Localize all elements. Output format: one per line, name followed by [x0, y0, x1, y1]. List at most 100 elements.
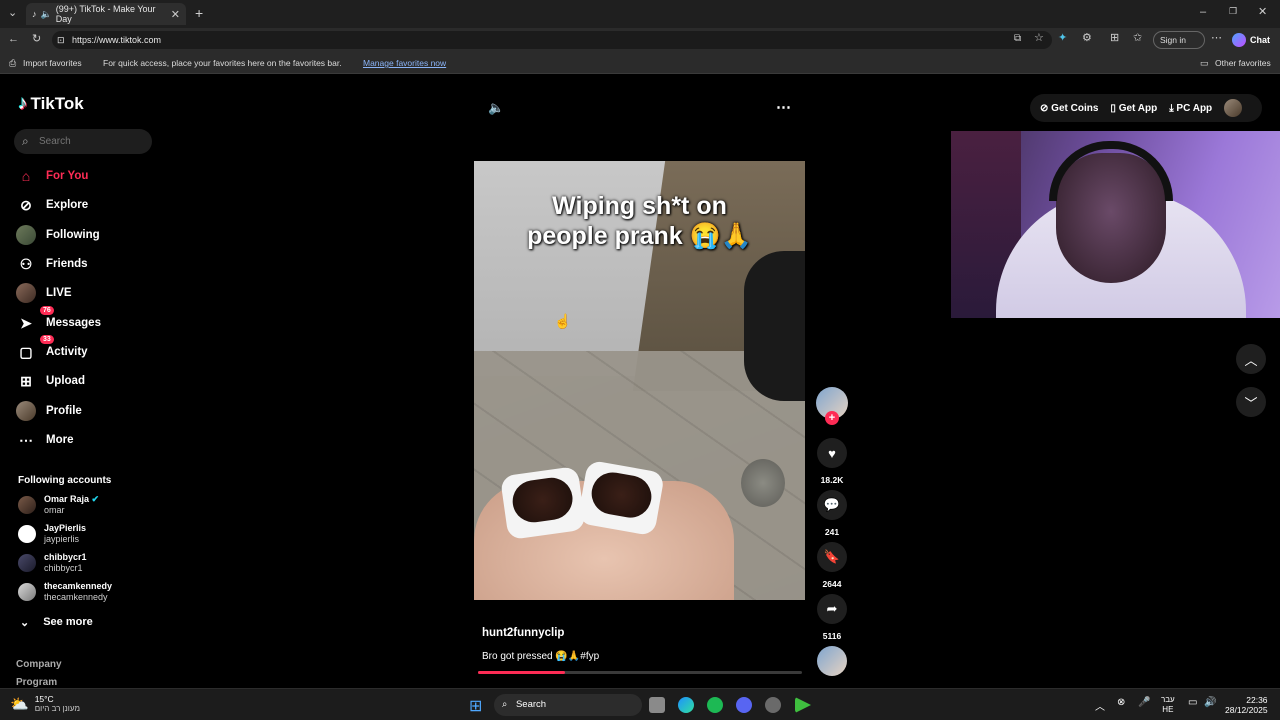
copilot-chat-button[interactable]: Chat [1232, 31, 1276, 49]
weather-desc: מעונן רב היום [34, 704, 80, 713]
extension-icon[interactable]: ✦ [1058, 33, 1067, 44]
video-scene-bag [744, 251, 805, 401]
creator-avatar-button[interactable]: + [816, 387, 848, 425]
user-avatar[interactable] [1224, 99, 1243, 117]
next-video-button[interactable]: ﹀ [1236, 387, 1266, 417]
collections-icon[interactable]: ⊞ [1110, 33, 1119, 44]
manage-favorites-link[interactable]: Manage favorites now [363, 58, 446, 68]
favorite-star-icon[interactable]: ☆ [1034, 33, 1044, 44]
windows-start-icon[interactable]: ⊞ [469, 696, 482, 716]
tray-chevron-up-icon[interactable]: ︿ [1095, 698, 1105, 713]
nav-for-you[interactable]: ⌂ For You [16, 165, 89, 187]
extensions-icon[interactable]: ⚙ [1082, 33, 1092, 44]
profile-avatar-icon [16, 401, 36, 421]
account-thecamkennedy[interactable]: thecamkennedy thecamkennedy [18, 581, 112, 603]
nav-label: LIVE [46, 287, 72, 299]
refresh-icon[interactable]: ↻ [32, 34, 41, 45]
clock[interactable]: 22:36 28/12/2025 [1225, 695, 1268, 715]
account-name: Omar Raja [44, 494, 90, 504]
account-omar[interactable]: Omar Raja ✔ omar [18, 494, 99, 516]
import-favorites-link[interactable]: Import favorites [23, 58, 82, 68]
like-button[interactable]: ♥ 18.2K [816, 438, 848, 485]
video-progress-track[interactable] [478, 671, 802, 674]
nav-more[interactable]: ⋯ More [16, 429, 73, 451]
maximize-icon[interactable]: ❐ [1229, 7, 1237, 16]
account-chibbycr1[interactable]: chibbycr1 chibbycr1 [18, 552, 87, 574]
search-input[interactable] [39, 133, 139, 150]
weather-widget[interactable]: ⛅ 15°C מעונן רב היום [10, 694, 80, 713]
volume-tray-icon[interactable]: 🔊 [1204, 697, 1216, 708]
get-coins-button[interactable]: ⊘ Get Coins [1040, 103, 1098, 114]
share-button[interactable]: ➦ 5116 [816, 594, 848, 641]
network-icon[interactable]: ⊗ [1117, 697, 1125, 708]
video-more-icon[interactable]: ⋯ [776, 98, 791, 116]
nav-explore[interactable]: ⊘ Explore [16, 194, 88, 216]
speaker-icon[interactable]: 🔈 [41, 9, 52, 20]
download-icon: ⤓ [1169, 102, 1174, 114]
nav-following[interactable]: Following [16, 224, 100, 246]
browser-tab[interactable]: ♪ 🔈 (99+) TikTok - Make Your Day ✕ [26, 3, 186, 25]
see-more-button[interactable]: ⌄ See more [20, 616, 93, 629]
nav-profile[interactable]: Profile [16, 400, 82, 422]
video-author[interactable]: hunt2funnyclip [482, 627, 564, 639]
media-player-icon[interactable] [795, 697, 811, 713]
nav-label: Activity [46, 346, 88, 358]
favorites-bar: ⎙ Import favorites For quick access, pla… [0, 52, 1280, 74]
chevron-down-icon: ⌄ [20, 617, 30, 629]
microphone-icon[interactable]: 🎤 [1138, 697, 1150, 708]
close-window-icon[interactable]: ✕ [1258, 7, 1267, 18]
nav-upload[interactable]: ⊞ Upload [16, 370, 85, 392]
nav-friends[interactable]: ⚇ Friends [16, 253, 88, 275]
volume-icon[interactable]: 🔈 [488, 100, 504, 116]
url-field[interactable]: ⊡ https://www.tiktok.com [52, 31, 1052, 49]
taskbar-search[interactable]: ⌕ Search [494, 694, 642, 716]
display-icon[interactable]: ▭ [1188, 697, 1197, 708]
tiktok-note-icon: ♪ [18, 93, 28, 114]
tab-list-icon[interactable]: ⌄ [8, 8, 17, 19]
share-count: 5116 [822, 631, 842, 641]
avatar [18, 496, 36, 514]
comment-button[interactable]: 💬 241 [816, 490, 848, 537]
compass-icon: ⊘ [20, 196, 32, 213]
bookmark-icon: 🔖 [817, 542, 847, 572]
nav-live[interactable]: LIVE [16, 282, 72, 304]
footer-program-link[interactable]: Program [16, 677, 57, 688]
lang-top: עבר [1161, 695, 1175, 704]
close-tab-icon[interactable]: ✕ [171, 8, 180, 21]
nav-label: For You [46, 170, 89, 182]
video-player[interactable]: Wiping sh*t on people prank 😭🙏 ☝ [474, 161, 805, 600]
minimize-icon[interactable]: – [1200, 7, 1206, 18]
nav-label: Profile [46, 405, 82, 417]
comment-icon: 💬 [817, 490, 847, 520]
edge-icon[interactable] [678, 697, 694, 713]
back-icon[interactable]: ← [8, 34, 19, 45]
menu-dots-icon[interactable]: ⋯ [1211, 33, 1222, 44]
steam-icon[interactable] [765, 697, 781, 713]
footer-company-link[interactable]: Company [16, 659, 62, 670]
nav-activity[interactable]: ▢ 33 Activity [16, 335, 88, 363]
tiktok-logo[interactable]: ♪ TikTok [18, 93, 84, 115]
previous-video-button[interactable]: ︿ [1236, 344, 1266, 374]
language-indicator[interactable]: עבר HE [1161, 695, 1175, 715]
account-jaypierlis[interactable]: JayPierlis jaypierlis [18, 523, 86, 545]
follow-plus-icon[interactable]: + [825, 411, 839, 425]
other-favorites-link[interactable]: Other favorites [1215, 58, 1271, 68]
favorites-icon[interactable]: ✩ [1133, 33, 1142, 44]
save-button[interactable]: 🔖 2644 [816, 542, 848, 589]
get-coins-label: Get Coins [1051, 102, 1099, 114]
discord-icon[interactable] [736, 697, 752, 713]
signin-label: Sign in [1160, 35, 1186, 45]
task-view-icon[interactable] [649, 697, 665, 713]
pc-app-button[interactable]: ⤓ PC App [1169, 103, 1212, 114]
sound-avatar-button[interactable] [816, 646, 848, 676]
get-app-button[interactable]: ▯ Get App [1110, 103, 1157, 114]
search-box[interactable]: ⌕ [14, 129, 152, 154]
nav-messages[interactable]: ➤ 76 Messages [16, 306, 101, 334]
site-info-icon[interactable]: ⊡ [57, 31, 65, 49]
new-tab-icon[interactable]: + [195, 6, 203, 20]
reader-icon[interactable]: ⧉ [1014, 34, 1021, 44]
signin-button[interactable]: Sign in [1153, 31, 1205, 49]
browser-tab-bar: ⌄ ♪ 🔈 (99+) TikTok - Make Your Day ✕ + –… [0, 0, 1280, 28]
spotify-icon[interactable] [707, 697, 723, 713]
chevron-up-icon: ︿ [1244, 352, 1258, 368]
